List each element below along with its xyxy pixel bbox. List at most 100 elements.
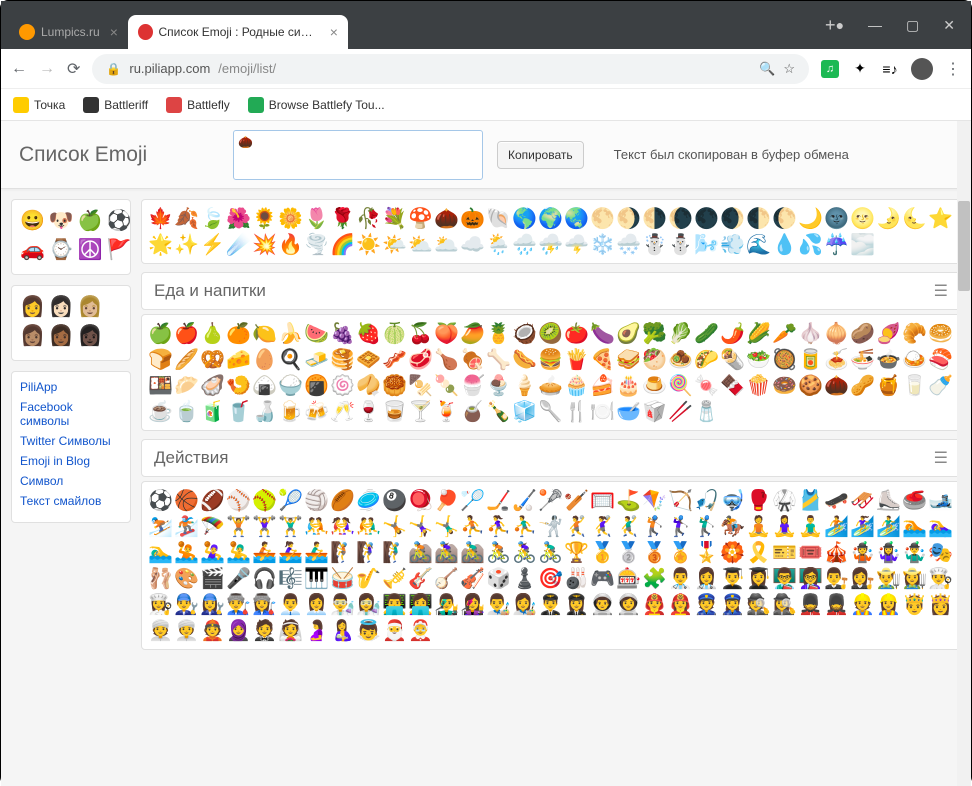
emoji-cell[interactable]: 🌼 <box>278 206 303 231</box>
emoji-cell[interactable]: 🎟️ <box>798 540 823 565</box>
emoji-cell[interactable]: ⚾ <box>226 488 251 513</box>
emoji-cell[interactable]: 👲 <box>200 618 225 643</box>
emoji-cell[interactable]: 🎯 <box>538 566 563 591</box>
emoji-cell[interactable]: 🎭 <box>928 540 953 565</box>
emoji-cell[interactable]: ⚽ <box>148 488 173 513</box>
emoji-cell[interactable]: 🤼 <box>304 514 329 539</box>
emoji-cell[interactable]: 🥣 <box>616 399 641 424</box>
sidebar-emoji[interactable]: 😀 <box>20 208 45 233</box>
emoji-cell[interactable]: 🥍 <box>538 488 563 513</box>
emoji-cell[interactable]: 🎃 <box>460 206 485 231</box>
sidebar-link[interactable]: Emoji in Blog <box>20 454 122 468</box>
emoji-cell[interactable]: 🌈 <box>330 232 355 257</box>
emoji-cell[interactable]: 🏅 <box>668 540 693 565</box>
playlist-icon[interactable]: ≡♪ <box>881 60 899 78</box>
star-icon[interactable]: ☆ <box>783 61 795 77</box>
emoji-cell[interactable]: 🍼 <box>928 373 953 398</box>
emoji-cell[interactable]: 🧇 <box>356 347 381 372</box>
forward-button[interactable]: → <box>39 60 55 78</box>
sidebar-link[interactable]: PiliApp <box>20 380 122 394</box>
emoji-cell[interactable]: 🎸 <box>408 566 433 591</box>
emoji-cell[interactable]: 🌎 <box>512 206 537 231</box>
emoji-cell[interactable]: 🏋️ <box>226 514 251 539</box>
emoji-cell[interactable]: 🥈 <box>616 540 641 565</box>
emoji-cell[interactable]: 🎤 <box>226 566 251 591</box>
emoji-cell[interactable]: 🍔 <box>538 347 563 372</box>
emoji-cell[interactable]: 🍷 <box>356 399 381 424</box>
emoji-cell[interactable]: 🥗 <box>746 347 771 372</box>
emoji-cell[interactable]: 🌭 <box>512 347 537 372</box>
emoji-cell[interactable]: 🍨 <box>486 373 511 398</box>
emoji-cell[interactable]: 🎿 <box>928 488 953 513</box>
emoji-cell[interactable]: 🧗 <box>330 540 355 565</box>
emoji-cell[interactable]: 🤽 <box>174 540 199 565</box>
emoji-cell[interactable]: 🥡 <box>642 399 667 424</box>
emoji-cell[interactable]: 👨‍🎨 <box>486 592 511 617</box>
emoji-cell[interactable]: 🤾‍♂️ <box>616 514 641 539</box>
emoji-cell[interactable]: ☄️ <box>226 232 251 257</box>
emoji-cell[interactable]: 🌨️ <box>616 232 641 257</box>
emoji-cell[interactable]: 🥏 <box>356 488 381 513</box>
emoji-cell[interactable]: 💧 <box>772 232 797 257</box>
page-scrollbar[interactable] <box>957 121 971 786</box>
emoji-cell[interactable]: 🥫 <box>798 347 823 372</box>
emoji-cell[interactable]: 👨‍🚒 <box>642 592 667 617</box>
emoji-cell[interactable]: ♟️ <box>512 566 537 591</box>
emoji-cell[interactable]: 🌟 <box>148 232 173 257</box>
emoji-cell[interactable]: 🥭 <box>460 321 485 346</box>
emoji-cell[interactable]: 🍛 <box>902 347 927 372</box>
emoji-cell[interactable]: 🍽️ <box>590 399 615 424</box>
emoji-cell[interactable]: 👨‍⚖️ <box>824 566 849 591</box>
emoji-cell[interactable]: 🚵‍♂️ <box>460 540 485 565</box>
sidebar-link[interactable]: Символ <box>20 474 122 488</box>
reload-button[interactable]: ⟳ <box>67 59 80 79</box>
emoji-cell[interactable]: 🥓 <box>382 347 407 372</box>
emoji-cell[interactable]: 🏓 <box>434 488 459 513</box>
emoji-cell[interactable]: 🍉 <box>304 321 329 346</box>
close-tab-icon[interactable]: × <box>110 24 118 40</box>
emoji-cell[interactable]: 🍄 <box>408 206 433 231</box>
emoji-cell[interactable]: 👨‍🏭 <box>226 592 251 617</box>
emoji-cell[interactable]: 👸 <box>928 592 953 617</box>
sidebar-emoji[interactable]: 👩🏼 <box>78 294 103 319</box>
emoji-cell[interactable]: 👩‍🔬 <box>356 592 381 617</box>
emoji-cell[interactable]: 🍅 <box>564 321 589 346</box>
emoji-cell[interactable]: 🤴 <box>902 592 927 617</box>
emoji-cell[interactable]: 👩‍🎤 <box>460 592 485 617</box>
emoji-cell[interactable]: 👨‍🍳 <box>928 566 953 591</box>
emoji-cell[interactable]: 🤾 <box>564 514 589 539</box>
emoji-cell[interactable]: ⛅ <box>408 232 433 257</box>
emoji-cell[interactable]: ⛳ <box>616 488 641 513</box>
minimize-button[interactable]: — <box>868 17 882 34</box>
emoji-cell[interactable]: 🎲 <box>486 566 511 591</box>
sidebar-emoji[interactable]: 🚗 <box>20 237 45 262</box>
emoji-cell[interactable]: 🏵️ <box>720 540 745 565</box>
emoji-cell[interactable]: 🧗‍♀️ <box>356 540 381 565</box>
emoji-cell[interactable]: 🌷 <box>304 206 329 231</box>
emoji-cell[interactable]: 🏄‍♀️ <box>850 514 875 539</box>
emoji-cell[interactable]: 👨‍⚕️ <box>668 566 693 591</box>
emoji-cell[interactable]: 🍹 <box>434 399 459 424</box>
emoji-cell[interactable]: 🎽 <box>798 488 823 513</box>
emoji-cell[interactable]: 🩰 <box>148 566 173 591</box>
emoji-cell[interactable]: 💂 <box>798 592 823 617</box>
emoji-cell[interactable]: 🧃 <box>200 399 225 424</box>
emoji-cell[interactable]: 🥤 <box>226 399 251 424</box>
emoji-cell[interactable]: 🧀 <box>226 347 251 372</box>
emoji-cell[interactable]: 👩‍🍳 <box>148 592 173 617</box>
emoji-cell[interactable]: 🍴 <box>564 399 589 424</box>
sidebar-emoji[interactable]: 👩🏾 <box>49 323 74 348</box>
emoji-cell[interactable]: 🚣‍♂️ <box>304 540 329 565</box>
emoji-cell[interactable]: 🥚 <box>252 347 277 372</box>
emoji-cell[interactable]: 🥪 <box>616 347 641 372</box>
emoji-cell[interactable]: 🍡 <box>434 373 459 398</box>
emoji-cell[interactable]: 👩‍⚕️ <box>694 566 719 591</box>
emoji-cell[interactable]: 🍻 <box>304 399 329 424</box>
emoji-cell[interactable]: 👩‍💼 <box>304 592 329 617</box>
sidebar-emoji[interactable]: ⌚ <box>49 237 74 262</box>
emoji-cell[interactable]: 🥇 <box>590 540 615 565</box>
emoji-cell[interactable]: 🍧 <box>460 373 485 398</box>
emoji-cell[interactable]: 🥨 <box>200 347 225 372</box>
emoji-cell[interactable]: 🏒 <box>486 488 511 513</box>
emoji-cell[interactable]: 🏋️‍♂️ <box>278 514 303 539</box>
